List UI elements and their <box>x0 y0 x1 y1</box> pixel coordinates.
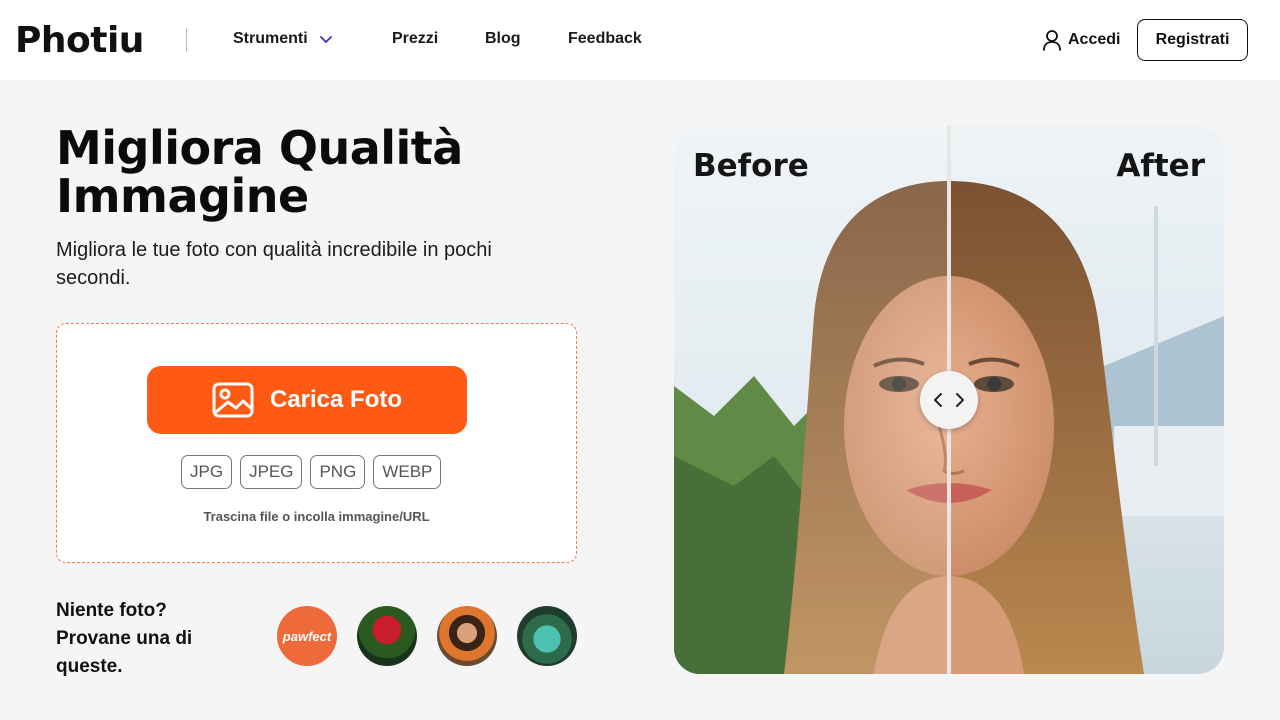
sample-image-pawfect[interactable]: pawfect <box>277 606 337 666</box>
header-divider <box>186 28 187 52</box>
format-badge-jpg: JPG <box>181 455 233 489</box>
format-badge-png: PNG <box>310 455 366 489</box>
before-after-comparison[interactable]: Before After <box>674 126 1224 674</box>
pawfect-logo: pawfect <box>282 628 332 644</box>
image-icon <box>212 382 254 418</box>
upload-dropzone[interactable]: Carica Foto JPG JPEG PNG WEBP Trascina f… <box>56 323 577 563</box>
chevron-left-icon <box>934 393 942 407</box>
nav-tools-label: Strumenti <box>233 30 308 47</box>
upload-photo-button[interactable]: Carica Foto <box>147 366 467 434</box>
page-subtitle: Migliora le tue foto con qualità incredi… <box>56 239 492 289</box>
page-title: Migliora Qualità Immagine <box>56 121 463 223</box>
nav-tools-dropdown[interactable]: Strumenti <box>233 30 334 48</box>
sample-image-tulips[interactable] <box>357 606 417 666</box>
site-header: Photiu Strumenti Prezzi Blog Feedback Ac… <box>0 0 1280 80</box>
nav-prices-link[interactable]: Prezzi <box>392 30 438 48</box>
register-button[interactable]: Registrati <box>1137 19 1248 61</box>
drop-hint: Trascina file o incolla immagine/URL <box>203 509 430 524</box>
format-badge-webp: WEBP <box>373 455 442 489</box>
nav-feedback-link[interactable]: Feedback <box>568 30 642 48</box>
after-label: After <box>1116 148 1205 184</box>
comparison-slider-handle[interactable] <box>920 371 978 429</box>
chevron-down-icon <box>319 36 332 43</box>
before-label: Before <box>693 148 809 184</box>
sample-image-portrait[interactable] <box>437 606 497 666</box>
login-label: Accedi <box>1068 31 1121 48</box>
upload-button-label: Carica Foto <box>269 386 403 413</box>
nav-blog-link[interactable]: Blog <box>485 30 521 48</box>
sample-prompt: Niente foto? Provane una di queste. <box>56 600 193 677</box>
user-icon <box>1043 30 1061 51</box>
chevron-right-icon <box>956 393 964 407</box>
supported-formats: JPG JPEG PNG WEBP <box>181 455 442 489</box>
sample-image-lake[interactable] <box>517 606 577 666</box>
format-badge-jpeg: JPEG <box>240 455 303 489</box>
login-link[interactable]: Accedi <box>1042 29 1120 51</box>
photiu-logo[interactable]: Photiu <box>15 20 144 61</box>
